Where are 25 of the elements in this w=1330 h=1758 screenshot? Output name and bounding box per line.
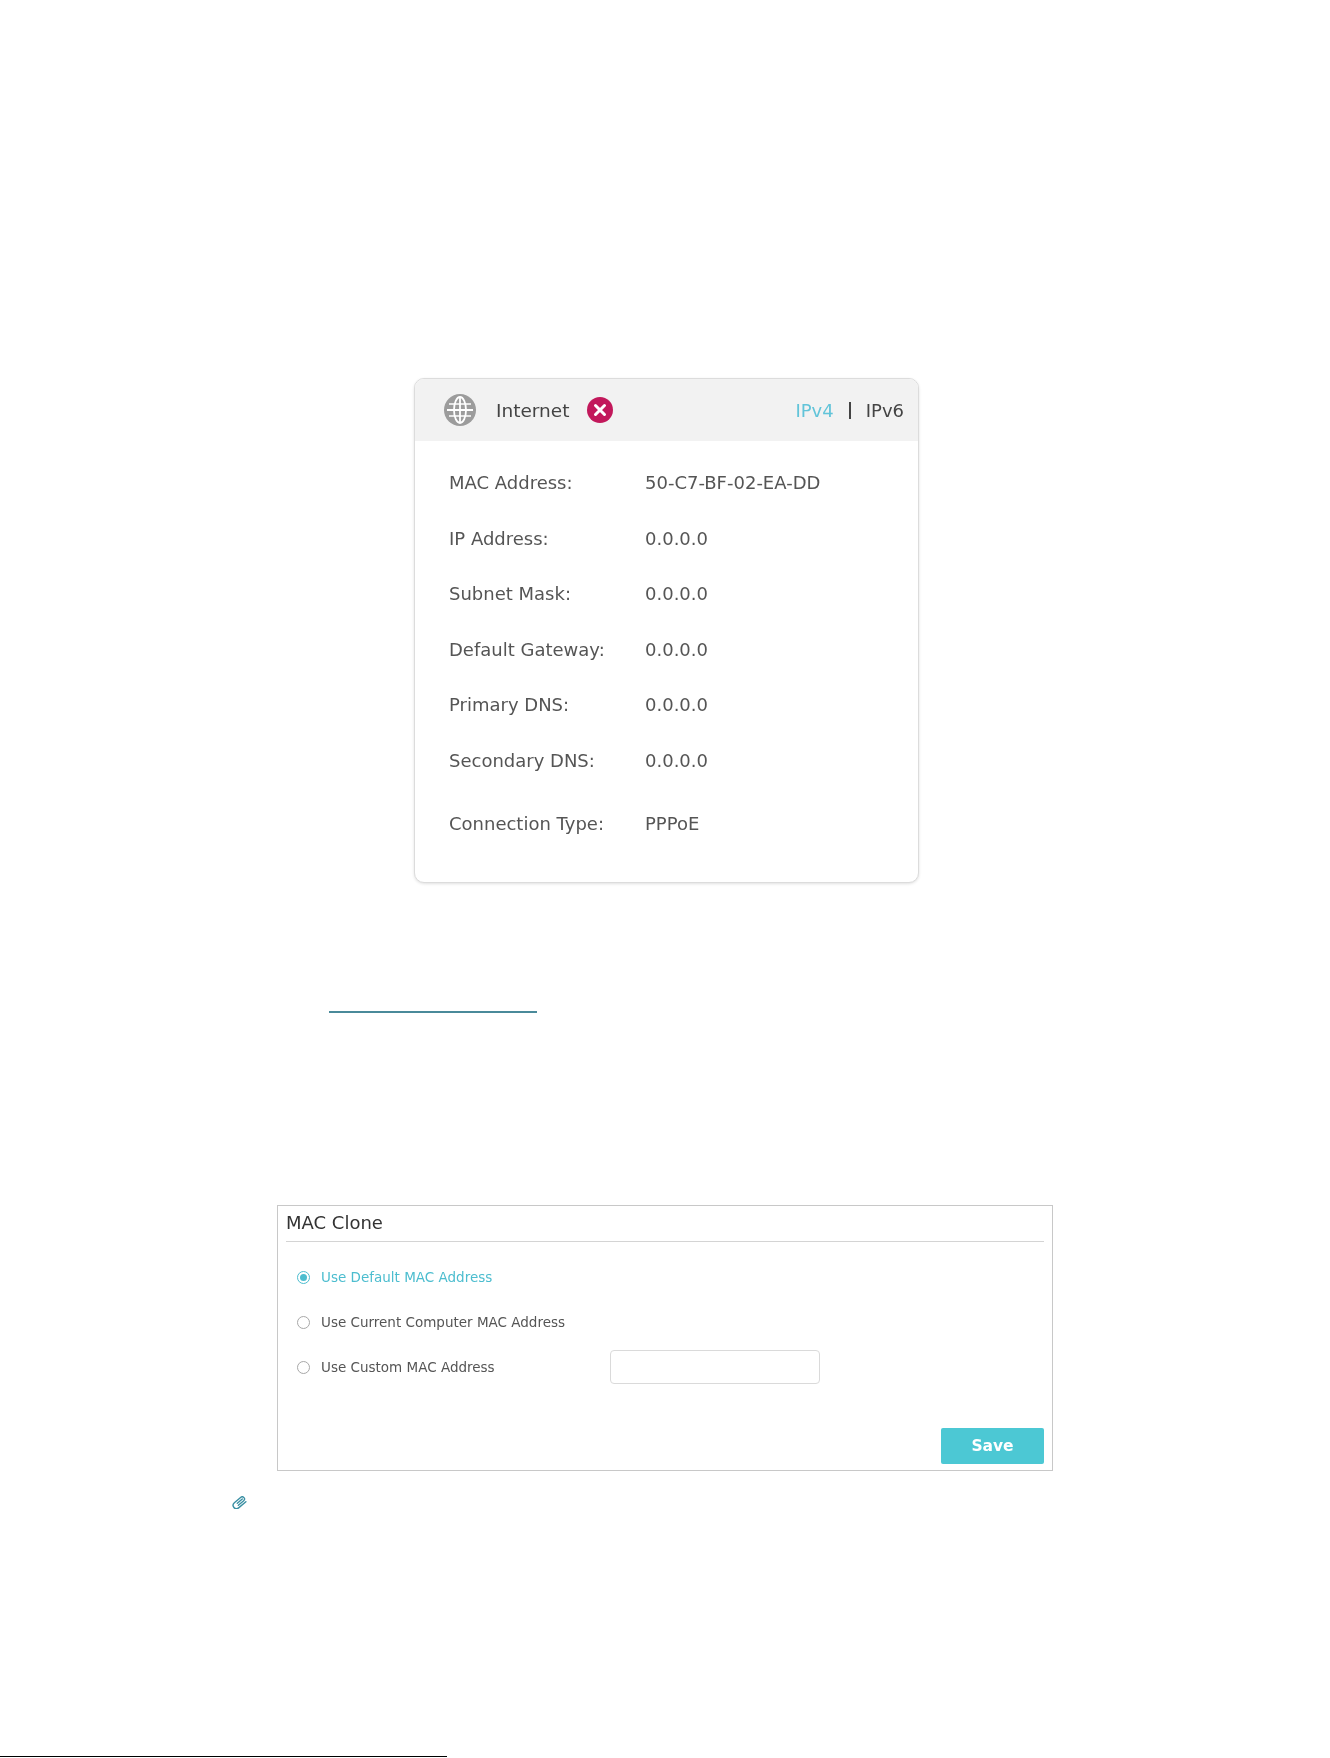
field-value: 0.0.0.0 — [645, 749, 708, 771]
field-value: PPPoE — [645, 813, 700, 835]
field-label: Subnet Mask: — [449, 583, 572, 605]
mac-address-input[interactable] — [610, 1350, 820, 1384]
globe-icon — [444, 394, 476, 426]
radio-button[interactable] — [297, 1270, 310, 1284]
field-value: 0.0.0.0 — [645, 527, 708, 549]
field-label: Connection Type: — [449, 813, 605, 835]
field-label: IP Address: — [449, 527, 550, 549]
field-label: Secondary DNS: — [449, 749, 596, 771]
radio-button[interactable] — [297, 1360, 310, 1374]
field-value: 0.0.0.0 — [645, 583, 708, 605]
field-value: 0.0.0.0 — [645, 694, 708, 716]
card-title: Internet — [496, 399, 570, 421]
radio-button[interactable] — [297, 1315, 310, 1329]
field-label: Default Gateway: — [449, 638, 606, 660]
paperclip-icon — [232, 1496, 248, 1509]
field-label: Primary DNS: — [449, 694, 571, 716]
protocol-tab[interactable]: IPv6 — [865, 399, 904, 421]
field-value: 50-C7-BF-02-EA-DD — [645, 472, 821, 494]
option-label[interactable]: Use Current Computer MAC Address — [321, 1314, 566, 1330]
field-value: 0.0.0.0 — [645, 638, 708, 660]
field-label: MAC Address: — [449, 472, 574, 494]
panel-title: MAC Clone — [286, 1211, 383, 1235]
option-label[interactable]: Use Custom MAC Address — [321, 1359, 495, 1375]
